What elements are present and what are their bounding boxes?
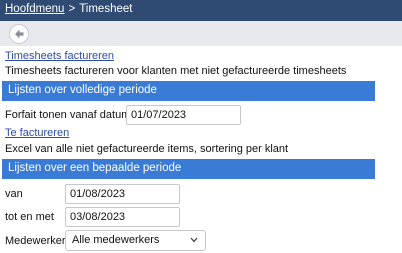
breadcrumb: Hoofdmenu > Timesheet (0, 0, 402, 21)
chevron-down-icon (190, 237, 198, 243)
from-label: van (5, 188, 23, 200)
to-date-input[interactable] (65, 207, 180, 227)
back-button[interactable] (9, 24, 29, 44)
timesheets-factureren-link[interactable]: Timesheets factureren (5, 50, 114, 62)
employee-select-value: Alle medewerkers (72, 234, 160, 246)
employee-label: Medewerker (5, 235, 66, 247)
breadcrumb-current: Timesheet (79, 3, 133, 15)
breadcrumb-home-link[interactable]: Hoofdmenu (5, 3, 64, 15)
te-factureren-link[interactable]: Te factureren (5, 127, 69, 139)
from-date-input[interactable] (65, 184, 180, 204)
employee-select[interactable]: Alle medewerkers (65, 230, 206, 251)
breadcrumb-separator: > (68, 3, 76, 15)
te-factureren-description: Excel van alle niet gefactureerde items,… (5, 143, 289, 155)
forfait-label: Forfait tonen vanaf datum (5, 109, 131, 121)
toolbar (0, 21, 402, 46)
arrow-left-icon (15, 29, 24, 39)
timesheets-factureren-description: Timesheets factureren voor klanten met n… (5, 65, 347, 77)
forfait-date-input[interactable] (126, 105, 241, 125)
section-header-period: Lijsten over een bepaalde periode (2, 159, 375, 179)
to-label: tot en met (5, 211, 54, 223)
section-header-full-period: Lijsten over volledige periode (2, 81, 375, 101)
